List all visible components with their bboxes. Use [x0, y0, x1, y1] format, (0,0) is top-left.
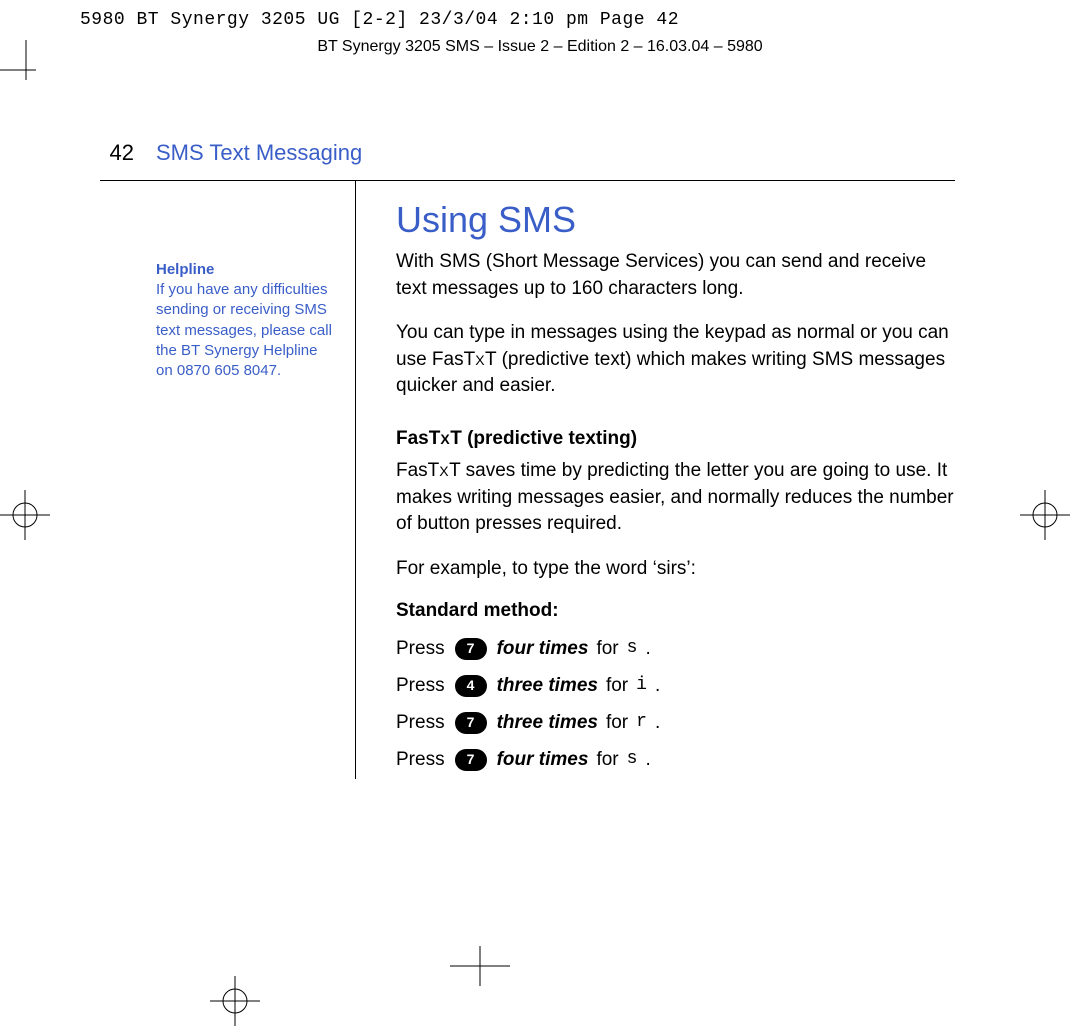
press-label: Press: [396, 704, 445, 741]
registration-mark-right: [1020, 490, 1070, 540]
running-header: BT Synergy 3205 SMS – Issue 2 – Edition …: [0, 38, 1080, 56]
period: .: [645, 741, 650, 778]
result-letter: r: [636, 705, 647, 740]
key-press-line: Press 4 three times for i.: [396, 667, 955, 704]
period: .: [655, 704, 660, 741]
registration-mark-bottom-a: [210, 976, 260, 1026]
for-label: for: [596, 741, 618, 778]
keycap-icon: 7: [455, 712, 487, 734]
page-header: 42 SMS Text Messaging: [100, 140, 955, 166]
keycap-icon: 4: [455, 675, 487, 697]
period: .: [655, 667, 660, 704]
standard-method-heading: Standard method:: [396, 600, 955, 622]
fastxt-body: FasTXT saves time by predicting the lett…: [396, 458, 955, 538]
press-label: Press: [396, 630, 445, 667]
press-count: three times: [497, 667, 598, 704]
press-count: four times: [497, 630, 589, 667]
period: .: [645, 630, 650, 667]
result-letter: i: [636, 668, 647, 703]
intro-paragraph-1: With SMS (Short Message Services) you ca…: [396, 249, 955, 302]
key-press-steps: Press 7 four times for s.Press 4 three t…: [396, 630, 955, 778]
section-title: SMS Text Messaging: [156, 140, 362, 166]
key-press-line: Press 7 four times for s.: [396, 630, 955, 667]
registration-mark-left: [0, 490, 50, 540]
sidebar-body: If you have any difficulties sending or …: [156, 280, 337, 381]
page-content: 42 SMS Text Messaging Helpline If you ha…: [100, 140, 955, 779]
page-number: 42: [100, 140, 134, 166]
sidebar-heading: Helpline: [156, 261, 337, 278]
print-slug-line: 5980 BT Synergy 3205 UG [2-2] 23/3/04 2:…: [80, 10, 679, 30]
main-title: Using SMS: [396, 199, 955, 241]
intro-paragraph-2: You can type in messages using the keypa…: [396, 320, 955, 400]
result-letter: s: [627, 742, 638, 777]
sidebar-note: Helpline If you have any difficulties se…: [100, 181, 355, 779]
for-label: for: [606, 667, 628, 704]
press-count: four times: [497, 741, 589, 778]
for-label: for: [596, 630, 618, 667]
keycap-icon: 7: [455, 749, 487, 771]
press-label: Press: [396, 741, 445, 778]
fastxt-heading: FasTXT (predictive texting): [396, 428, 955, 450]
press-label: Press: [396, 667, 445, 704]
for-label: for: [606, 704, 628, 741]
example-intro: For example, to type the word ‘sirs’:: [396, 556, 955, 583]
main-column: Using SMS With SMS (Short Message Servic…: [356, 181, 955, 779]
crop-mark-bottom: [450, 946, 510, 1006]
key-press-line: Press 7 three times for r.: [396, 704, 955, 741]
press-count: three times: [497, 704, 598, 741]
result-letter: s: [627, 631, 638, 666]
keycap-icon: 7: [455, 638, 487, 660]
key-press-line: Press 7 four times for s.: [396, 741, 955, 778]
